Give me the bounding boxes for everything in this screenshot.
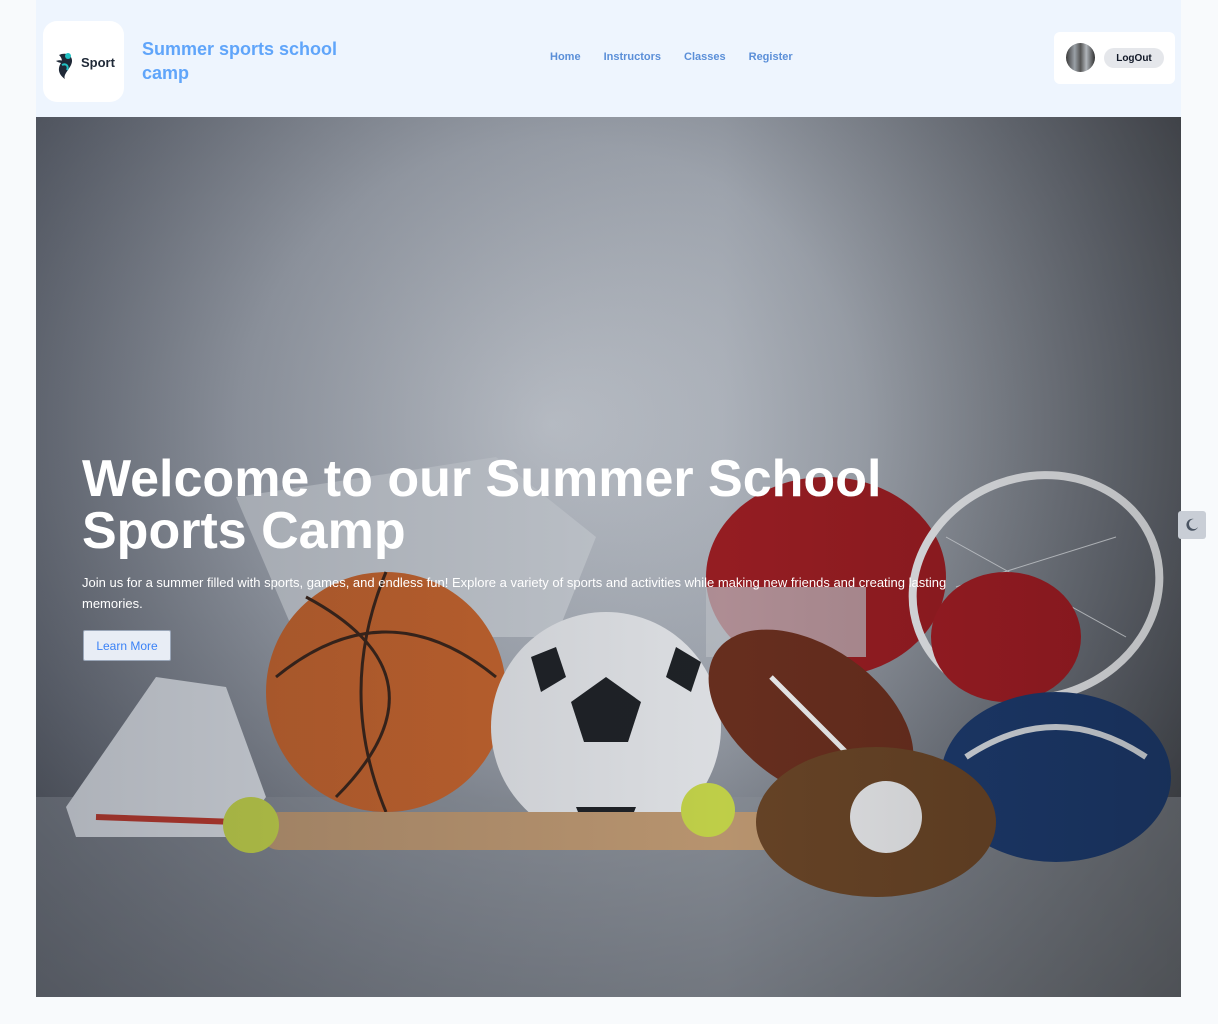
nav-classes[interactable]: Classes bbox=[684, 51, 726, 63]
user-panel: LogOut bbox=[1054, 32, 1175, 84]
hero-description: Join us for a summer filled with sports,… bbox=[82, 575, 947, 611]
nav-register[interactable]: Register bbox=[749, 51, 793, 63]
nav-home[interactable]: Home bbox=[550, 51, 581, 63]
hero-banner: Welcome to our Summer School Sports Camp… bbox=[36, 117, 1181, 997]
logout-button[interactable]: LogOut bbox=[1104, 48, 1164, 68]
logo-text: Sport bbox=[81, 55, 115, 70]
avatar[interactable] bbox=[1066, 43, 1095, 72]
main-nav: Home Instructors Classes Register bbox=[550, 51, 793, 63]
moon-icon bbox=[1186, 518, 1198, 531]
brand-title[interactable]: Summer sports school camp bbox=[142, 37, 362, 85]
navbar: Sport Summer sports school camp Home Ins… bbox=[36, 0, 1181, 117]
theme-toggle-button[interactable] bbox=[1178, 511, 1206, 539]
page: Sport Summer sports school camp Home Ins… bbox=[36, 0, 1181, 997]
learn-more-button[interactable]: Learn More bbox=[83, 630, 171, 661]
hero-title: Welcome to our Summer School Sports Camp bbox=[82, 450, 882, 560]
logo[interactable]: Sport bbox=[43, 21, 124, 102]
sport-logo-icon bbox=[56, 53, 73, 79]
nav-instructors[interactable]: Instructors bbox=[604, 51, 661, 63]
